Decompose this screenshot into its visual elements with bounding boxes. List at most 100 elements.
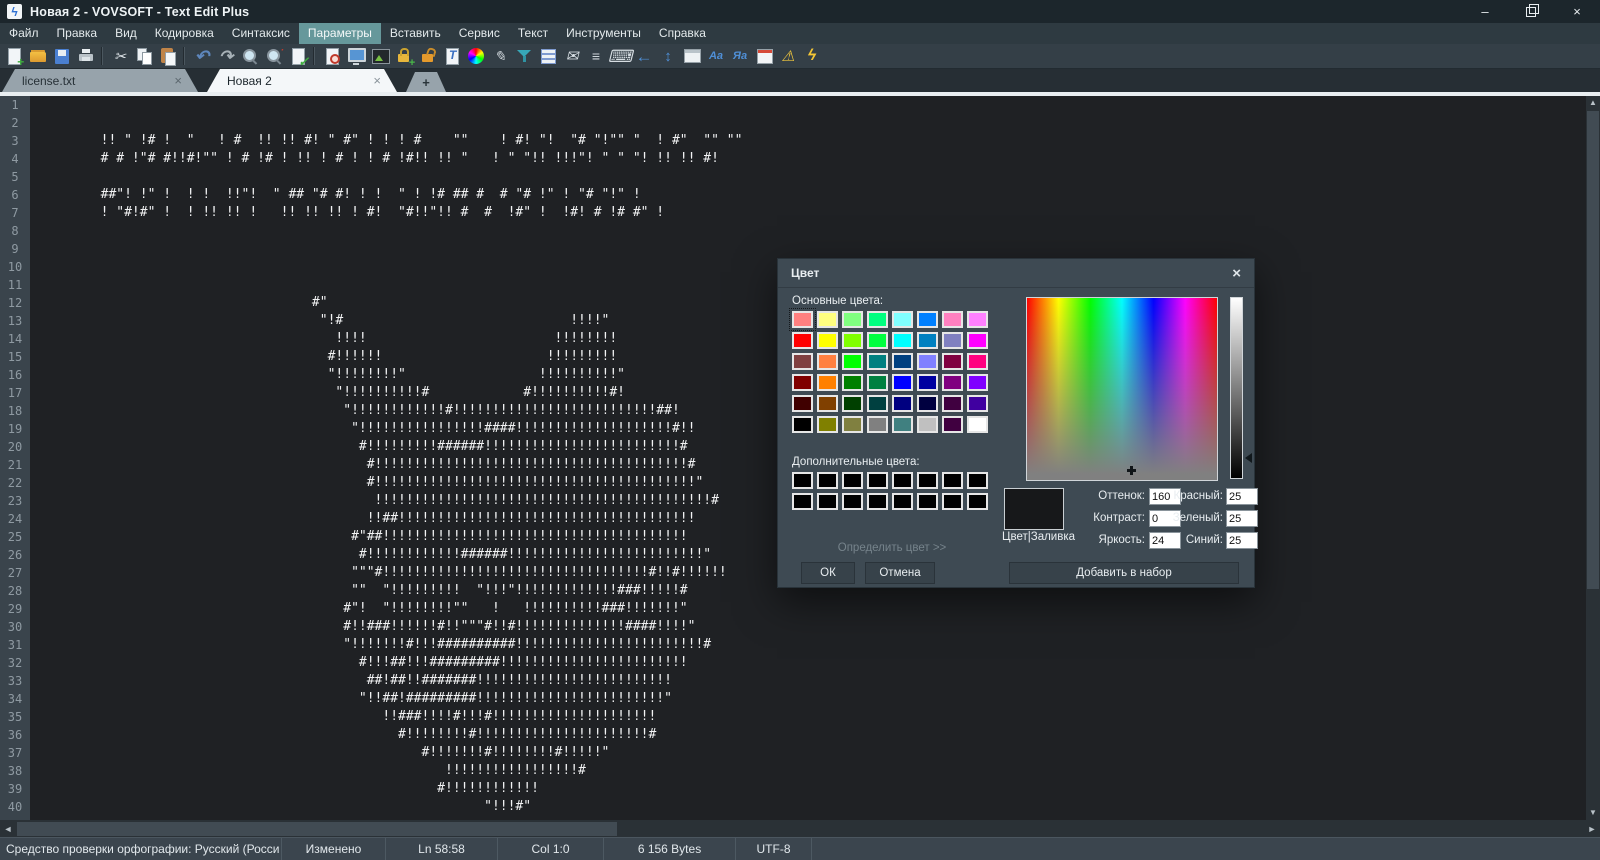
basic-color-swatch[interactable] [842,311,863,328]
basic-color-swatch[interactable] [967,332,988,349]
basic-color-swatch[interactable] [867,416,888,433]
menu-item[interactable]: Параметры [298,23,381,44]
menu-item[interactable]: Инструменты [557,23,650,44]
mail-icon[interactable]: ✉ [561,45,583,67]
basic-color-swatch[interactable] [917,374,938,391]
basic-color-swatch[interactable] [892,332,913,349]
cut-icon[interactable]: ✂ [109,45,131,67]
custom-color-swatch[interactable] [967,472,988,489]
basic-color-swatch[interactable] [842,395,863,412]
new-tab-button[interactable]: + [406,72,446,92]
back-arrow-icon[interactable]: ← [633,45,655,67]
print-preview-icon[interactable] [321,45,343,67]
blue-input[interactable] [1226,532,1258,549]
basic-color-swatch[interactable] [967,374,988,391]
custom-color-swatch[interactable] [792,493,813,510]
menu-item[interactable]: Сервис [450,23,509,44]
redo-icon[interactable]: ↷ [215,45,237,67]
close-button[interactable]: × [1554,0,1600,23]
basic-color-swatch[interactable] [917,353,938,370]
basic-color-swatch[interactable] [867,332,888,349]
basic-color-swatch[interactable] [892,416,913,433]
basic-color-swatch[interactable] [942,416,963,433]
basic-color-swatch[interactable] [867,311,888,328]
basic-color-swatch[interactable] [917,395,938,412]
sort-az-icon[interactable]: Aa [705,45,727,67]
menu-item[interactable]: Вставить [381,23,450,44]
basic-color-swatch[interactable] [842,416,863,433]
basic-color-swatch[interactable] [817,353,838,370]
document-lines-icon[interactable] [537,45,559,67]
vertical-scrollbar-thumb[interactable] [1587,111,1599,589]
custom-color-swatch[interactable] [917,472,938,489]
basic-color-swatch[interactable] [892,395,913,412]
basic-color-swatch[interactable] [892,311,913,328]
basic-color-swatch[interactable] [842,353,863,370]
tab-license-txt[interactable]: license.txt × [2,69,198,92]
dialog-close-icon[interactable]: × [1232,266,1241,281]
basic-color-swatch[interactable] [867,353,888,370]
hue-saturation-field[interactable] [1026,297,1218,481]
custom-color-swatch[interactable] [892,472,913,489]
up-down-arrows-icon[interactable]: ↕ [657,45,679,67]
basic-color-swatch[interactable] [917,416,938,433]
encrypt-lock-icon[interactable]: + [393,45,415,69]
basic-color-swatch[interactable] [917,332,938,349]
custom-color-swatch[interactable] [917,493,938,510]
luminance-slider-arrow[interactable] [1245,453,1252,463]
horizontal-scrollbar-thumb[interactable] [17,822,617,836]
basic-color-swatch[interactable] [842,332,863,349]
basic-color-swatch[interactable] [817,395,838,412]
basic-color-swatch[interactable] [967,395,988,412]
save-icon[interactable] [51,45,73,67]
horizontal-scrollbar[interactable]: ◄ ► [0,820,1600,838]
search-replace-icon[interactable]: · [263,45,285,67]
basic-color-swatch[interactable] [942,311,963,328]
search-icon[interactable] [239,45,261,67]
tab-close-icon[interactable]: × [174,74,182,87]
basic-color-swatch[interactable] [792,374,813,391]
image-colors-icon[interactable] [369,45,391,67]
open-folder-icon[interactable] [27,45,49,67]
basic-color-swatch[interactable] [789,308,816,331]
cancel-button[interactable]: Отмена [865,562,935,584]
menu-item[interactable]: Кодировка [146,23,223,44]
basic-color-swatch[interactable] [942,374,963,391]
basic-color-swatch[interactable] [892,374,913,391]
red-input[interactable] [1226,488,1258,505]
basic-color-swatch[interactable] [967,353,988,370]
basic-color-swatch[interactable] [942,332,963,349]
basic-color-swatch[interactable] [842,374,863,391]
basic-color-swatch[interactable] [817,374,838,391]
basic-color-swatch[interactable] [967,311,988,328]
custom-color-swatch[interactable] [817,472,838,489]
scroll-up-icon[interactable]: ▲ [1586,96,1600,110]
color-wheel-icon[interactable] [465,45,487,67]
basic-color-swatch[interactable] [817,332,838,349]
filter-icon[interactable] [513,45,535,67]
pen-icon[interactable]: ✎ [489,45,511,67]
green-input[interactable] [1226,510,1258,527]
tab-close-icon[interactable]: × [373,74,381,87]
menu-item[interactable]: Вид [106,23,146,44]
custom-color-swatch[interactable] [842,472,863,489]
custom-color-swatch[interactable] [867,472,888,489]
translate-icon[interactable]: Яa [729,45,751,67]
scroll-down-icon[interactable]: ▼ [1586,806,1600,820]
tab-novaya-2[interactable]: Новая 2 × [207,69,397,92]
new-file-icon[interactable]: + [3,45,25,68]
restore-button[interactable] [1508,0,1554,23]
keyboard-icon[interactable]: ⌨ [608,45,633,67]
basic-color-swatch[interactable] [867,395,888,412]
custom-color-swatch[interactable] [967,493,988,510]
warning-icon[interactable]: ⚠ [777,45,799,67]
vertical-scrollbar[interactable]: ▲ ▼ [1586,96,1600,820]
basic-color-swatch[interactable] [917,311,938,328]
calendar-icon[interactable] [753,45,775,67]
custom-color-swatch[interactable] [817,493,838,510]
basic-color-swatch[interactable] [892,353,913,370]
luminance-bar[interactable] [1230,297,1243,479]
custom-color-swatch[interactable] [892,493,913,510]
basic-color-swatch[interactable] [792,416,813,433]
monitor-icon[interactable] [345,45,367,67]
